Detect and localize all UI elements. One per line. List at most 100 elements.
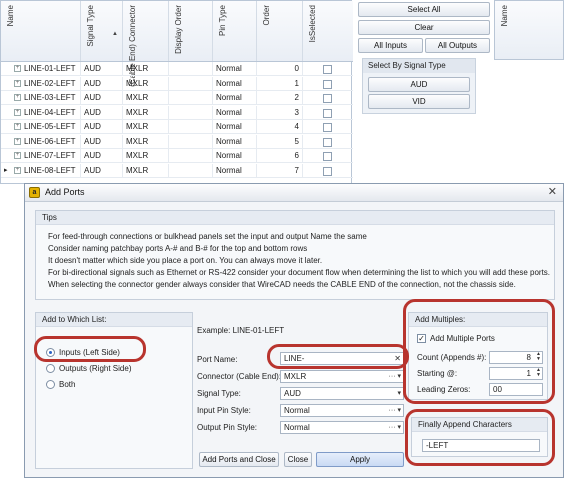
dialog-titlebar[interactable]: a Add Ports ✕ [25, 184, 563, 202]
cell-name[interactable]: + LINE-05-LEFT [1, 120, 81, 134]
connector-select[interactable]: MXLR ··· ▾ [280, 370, 404, 383]
header-isselected[interactable]: IsSelected [303, 1, 353, 61]
header-display-order[interactable]: Display Order [169, 1, 213, 61]
cell-connector[interactable]: MXLR [123, 163, 169, 178]
cell-display-order[interactable] [169, 149, 213, 163]
cell-connector[interactable]: MXLR [123, 105, 169, 120]
cell-signal[interactable]: AUD [81, 105, 123, 120]
signal-type-select[interactable]: AUD ▾ [280, 387, 404, 400]
expand-icon[interactable]: + [14, 166, 21, 174]
dropdown-icon[interactable]: ··· ▾ [389, 405, 401, 416]
header-signal-type[interactable]: Signal Type ▲ [81, 1, 123, 61]
cell-isselected[interactable] [303, 77, 353, 91]
dropdown-icon[interactable]: ··· ▾ [389, 371, 401, 382]
cell-name[interactable]: + LINE-02-LEFT [1, 76, 81, 91]
header-pin-type[interactable]: Pin Type [213, 1, 257, 61]
cell-isselected[interactable] [303, 91, 353, 105]
table-row[interactable]: ▸ + LINE-08-LEFT AUD MXLR Normal 7 [1, 163, 353, 178]
cell-connector[interactable]: MXLR [123, 134, 169, 149]
expand-icon[interactable]: + [14, 65, 21, 73]
vid-button[interactable]: VID [368, 94, 470, 109]
isselected-checkbox[interactable] [323, 108, 332, 118]
cell-pin-type[interactable]: Normal [213, 62, 257, 76]
isselected-checkbox[interactable] [323, 166, 332, 176]
cell-connector[interactable]: MXLR [123, 62, 169, 76]
output-pin-select[interactable]: Normal ··· ▾ [280, 421, 404, 434]
outputs-radio[interactable] [46, 364, 55, 373]
cell-name[interactable]: + LINE-06-LEFT [1, 134, 81, 149]
input-pin-select[interactable]: Normal ··· ▾ [280, 404, 404, 417]
cell-isselected[interactable] [303, 135, 353, 149]
cell-signal[interactable]: AUD [81, 163, 123, 178]
both-radio[interactable] [46, 380, 55, 389]
close-icon[interactable]: ✕ [548, 185, 557, 198]
cell-order[interactable]: 3 [257, 105, 303, 120]
table-row[interactable]: + LINE-03-LEFT AUD MXLR Normal 2 [1, 91, 353, 105]
outputs-radio-label[interactable]: Outputs (Right Side) [59, 364, 131, 373]
cell-order[interactable]: 0 [257, 62, 303, 76]
cell-isselected[interactable] [303, 62, 353, 76]
table-row[interactable]: + LINE-06-LEFT AUD MXLR Normal 5 [1, 134, 353, 149]
apply-button[interactable]: Apply [316, 452, 404, 467]
dropdown-icon[interactable]: ··· ▾ [389, 422, 401, 433]
expand-icon[interactable]: + [14, 108, 21, 116]
cell-display-order[interactable] [169, 91, 213, 105]
cell-signal[interactable]: AUD [81, 120, 123, 134]
cell-display-order[interactable] [169, 120, 213, 134]
cell-display-order[interactable] [169, 62, 213, 76]
expand-icon[interactable]: + [14, 79, 21, 87]
cell-pin-type[interactable]: Normal [213, 105, 257, 120]
table-row[interactable]: + LINE-02-LEFT AUD MXLR Normal 1 [1, 76, 353, 91]
select-all-button[interactable]: Select All [358, 2, 490, 17]
outputs-header-name[interactable]: Name [495, 1, 564, 61]
cell-pin-type[interactable]: Normal [213, 76, 257, 91]
cell-order[interactable]: 4 [257, 120, 303, 134]
cell-pin-type[interactable]: Normal [213, 134, 257, 149]
cell-name[interactable]: + LINE-03-LEFT [1, 91, 81, 105]
cell-signal[interactable]: AUD [81, 62, 123, 76]
isselected-checkbox[interactable] [323, 94, 332, 103]
isselected-checkbox[interactable] [323, 137, 332, 147]
isselected-checkbox[interactable] [323, 65, 332, 74]
close-button[interactable]: Close [284, 452, 312, 467]
cell-order[interactable]: 7 [257, 163, 303, 178]
clear-button[interactable]: Clear [358, 20, 490, 35]
cell-order[interactable]: 2 [257, 91, 303, 105]
expand-icon[interactable]: + [14, 152, 21, 160]
both-radio-label[interactable]: Both [59, 380, 75, 389]
all-inputs-button[interactable]: All Inputs [358, 38, 423, 53]
cell-isselected[interactable] [303, 120, 353, 134]
cell-display-order[interactable] [169, 105, 213, 120]
cell-signal[interactable]: AUD [81, 134, 123, 149]
cell-connector[interactable]: MXLR [123, 76, 169, 91]
cell-name[interactable]: + LINE-01-LEFT [1, 62, 81, 76]
isselected-checkbox[interactable] [323, 123, 332, 132]
table-row[interactable]: + LINE-05-LEFT AUD MXLR Normal 4 [1, 120, 353, 134]
cell-signal[interactable]: AUD [81, 76, 123, 91]
cell-signal[interactable]: AUD [81, 149, 123, 163]
cell-pin-type[interactable]: Normal [213, 91, 257, 105]
isselected-checkbox[interactable] [323, 152, 332, 161]
cell-order[interactable]: 5 [257, 134, 303, 149]
cell-name[interactable]: + LINE-08-LEFT [1, 163, 81, 178]
cell-pin-type[interactable]: Normal [213, 120, 257, 134]
cell-signal[interactable]: AUD [81, 91, 123, 105]
expand-icon[interactable]: + [14, 137, 21, 145]
cell-isselected[interactable] [303, 164, 353, 178]
cell-display-order[interactable] [169, 163, 213, 178]
cell-connector[interactable]: MXLR [123, 91, 169, 105]
cell-display-order[interactable] [169, 134, 213, 149]
expand-icon[interactable]: + [14, 94, 21, 102]
cell-name[interactable]: + LINE-07-LEFT [1, 149, 81, 163]
cell-order[interactable]: 1 [257, 76, 303, 91]
dropdown-icon[interactable]: ▾ [397, 388, 401, 399]
expand-icon[interactable]: + [14, 123, 21, 131]
cell-pin-type[interactable]: Normal [213, 163, 257, 178]
cell-name[interactable]: + LINE-04-LEFT [1, 105, 81, 120]
cell-connector[interactable]: MXLR [123, 120, 169, 134]
header-name[interactable]: Name [1, 1, 81, 61]
cell-display-order[interactable] [169, 76, 213, 91]
header-connector[interactable]: (Cable End) Connector [123, 1, 169, 87]
add-ports-close-button[interactable]: Add Ports and Close [199, 452, 279, 467]
table-row[interactable]: + LINE-07-LEFT AUD MXLR Normal 6 [1, 149, 353, 163]
